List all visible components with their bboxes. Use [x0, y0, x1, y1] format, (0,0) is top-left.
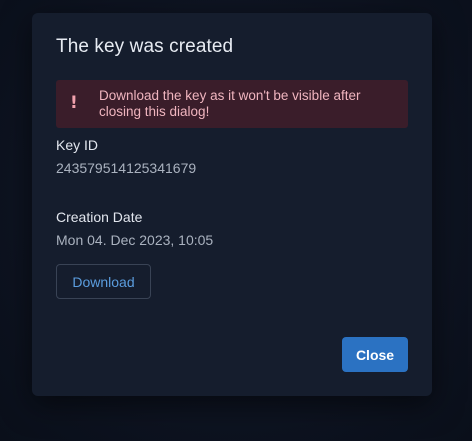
key-id-label: Key ID	[56, 137, 99, 153]
creation-date-label: Creation Date	[56, 209, 143, 225]
key-created-dialog: The key was created ! Download the key a…	[32, 13, 432, 396]
warning-alert-message: Download the key as it won't be visible …	[99, 88, 361, 119]
dialog-title: The key was created	[56, 36, 234, 57]
key-id-value: 243579514125341679	[56, 160, 197, 176]
close-button[interactable]: Close	[342, 337, 408, 372]
creation-date-value: Mon 04. Dec 2023, 10:05	[56, 232, 214, 248]
warning-alert: ! Download the key as it won't be visibl…	[56, 80, 408, 128]
exclamation-icon: !	[70, 93, 78, 113]
download-button[interactable]: Download	[56, 264, 151, 299]
